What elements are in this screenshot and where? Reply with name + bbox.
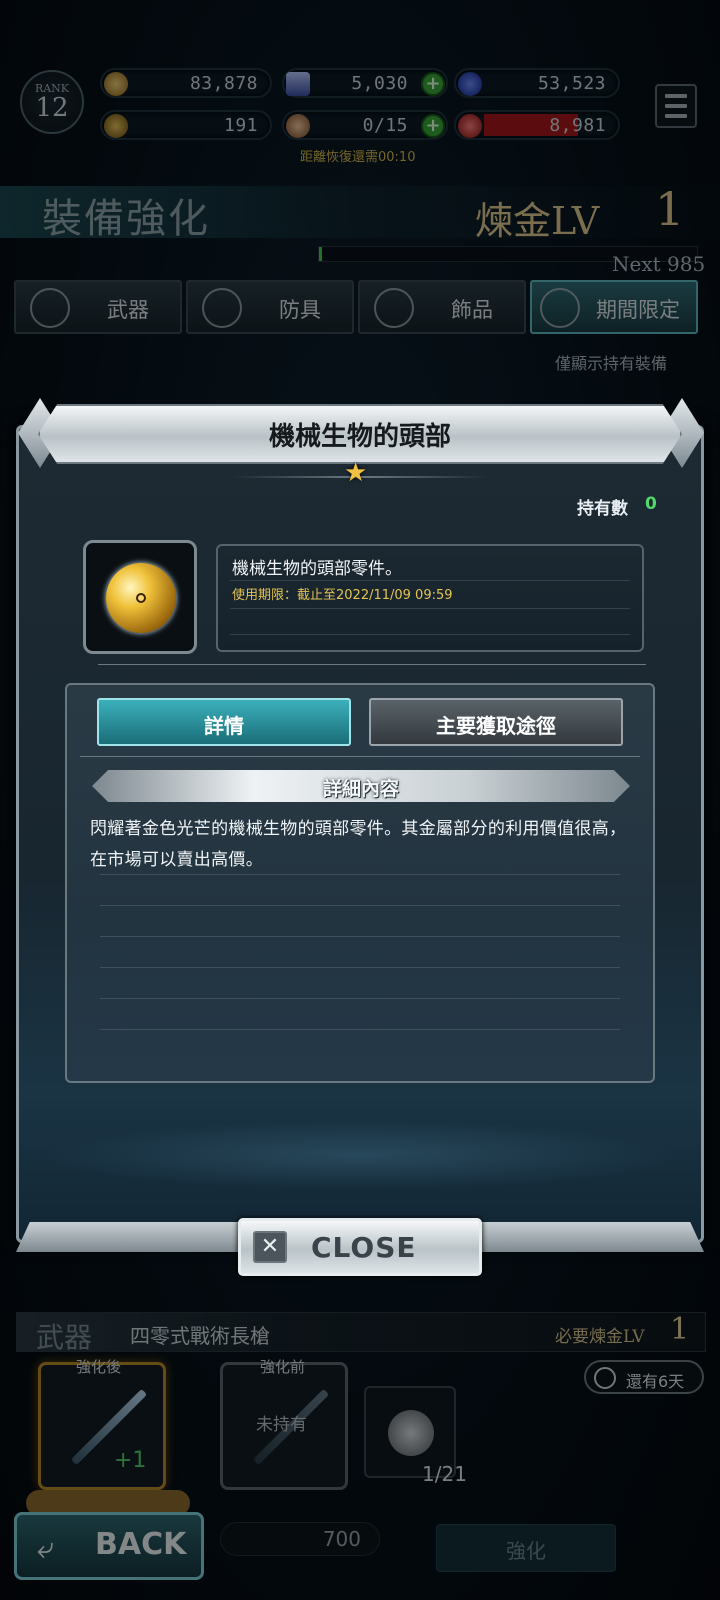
tab-acquisition-routes[interactable]: 主要獲取途徑 [369,698,623,746]
close-icon: ✕ [253,1231,287,1263]
divider [80,756,640,757]
tab-details[interactable]: 詳情 [97,698,351,746]
owned-count-value: 0 [645,494,657,514]
divider [98,664,646,665]
owned-count-label: 持有數 [577,499,628,519]
item-icon-frame [83,540,197,654]
detail-section-title: 詳細內容 [322,778,399,800]
modal-title: 機械生物的頭部 [268,422,451,452]
rarity-star-icon: ★ [344,458,368,488]
item-short-description: 機械生物的頭部零件。 [232,559,402,579]
golden-orb-icon [106,563,176,633]
item-expiry: 使用期限：截止至2022/11/09 09:59 [232,588,453,603]
detail-description: 閃耀著金色光芒的機械生物的頭部零件。其金屬部分的利用價值很高，在市場可以賣出高價… [90,819,627,870]
close-button[interactable]: ✕ CLOSE [238,1218,482,1276]
modal-ornament [40,1120,680,1190]
